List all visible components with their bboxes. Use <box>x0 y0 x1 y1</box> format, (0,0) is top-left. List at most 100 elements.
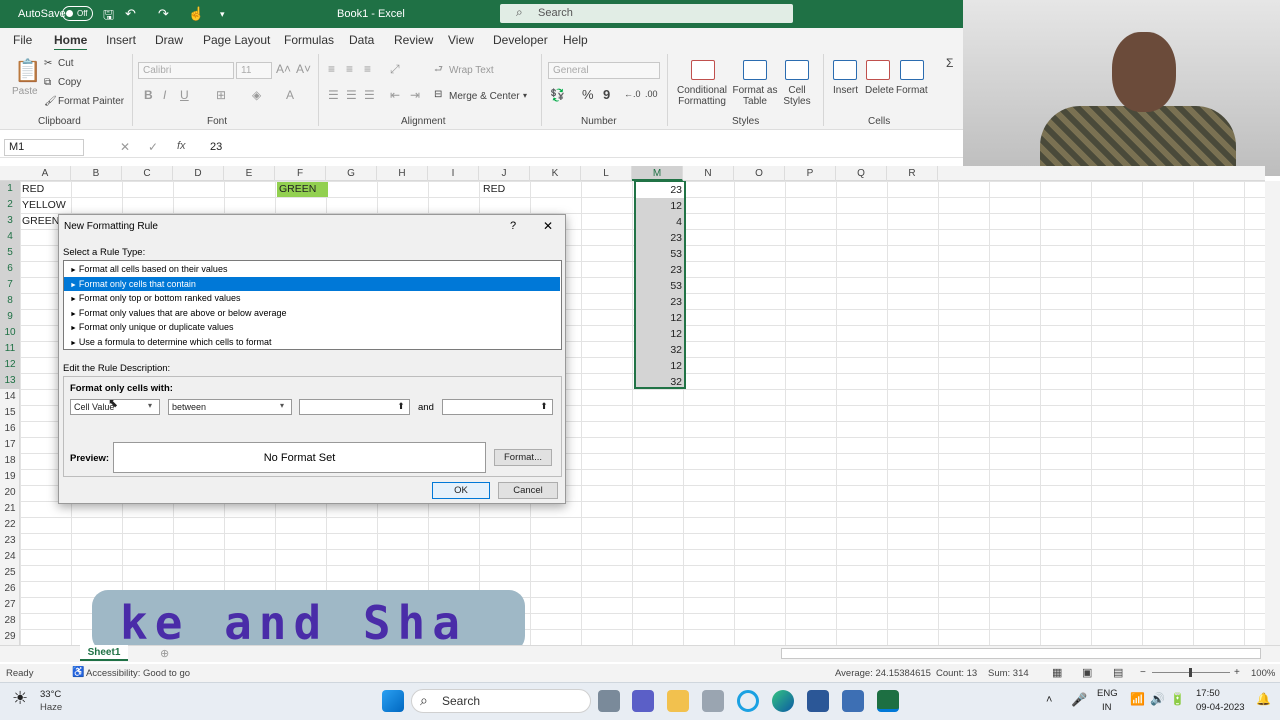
app-icon-2[interactable] <box>842 690 864 712</box>
delete-cells-button[interactable]: Delete <box>865 85 894 96</box>
notifications-icon[interactable]: 🔔 <box>1256 692 1271 706</box>
align-top-icon[interactable]: ≡ <box>328 62 335 76</box>
cell-m9[interactable]: 12 <box>636 310 684 326</box>
underline-icon[interactable]: U <box>180 88 189 102</box>
increase-indent-icon[interactable]: ⇥ <box>410 88 420 102</box>
insert-cells-button[interactable]: Insert <box>833 85 858 96</box>
row-header-17[interactable]: 17 <box>0 437 20 453</box>
tab-view[interactable]: View <box>448 33 474 47</box>
row-header-12[interactable]: 12 <box>0 357 20 373</box>
row-header-16[interactable]: 16 <box>0 421 20 437</box>
add-sheet-icon[interactable]: ⊕ <box>160 647 169 660</box>
range-picker-icon[interactable]: ⬆ <box>396 401 406 413</box>
vertical-scrollbar[interactable] <box>1265 181 1280 645</box>
battery-icon[interactable]: 🔋 <box>1170 692 1185 706</box>
page-layout-view-icon[interactable]: ▣ <box>1082 666 1092 679</box>
row-header-6[interactable]: 6 <box>0 261 20 277</box>
sheet-tab-sheet1[interactable]: Sheet1 <box>80 645 128 661</box>
touch-mode-icon[interactable]: ☝ <box>188 6 204 22</box>
column-header-k[interactable]: K <box>530 166 581 181</box>
tab-developer[interactable]: Developer <box>493 33 548 47</box>
wrap-text-button[interactable]: Wrap Text <box>449 65 494 76</box>
fill-color-icon[interactable]: ◈ <box>252 88 261 102</box>
teams-icon[interactable] <box>632 690 654 712</box>
tab-formulas[interactable]: Formulas <box>284 33 334 47</box>
row-header-29[interactable]: 29 <box>0 629 20 645</box>
help-button[interactable]: ? <box>510 220 516 232</box>
cell-m8[interactable]: 23 <box>636 294 684 310</box>
cell-m6[interactable]: 23 <box>636 262 684 278</box>
cell-a2[interactable]: YELLOW <box>20 197 66 213</box>
formula-input[interactable]: 23 <box>210 141 222 153</box>
format-cells-icon[interactable] <box>900 60 924 80</box>
cell-a1[interactable]: RED <box>20 181 44 197</box>
task-view-icon[interactable] <box>598 690 620 712</box>
row-header-27[interactable]: 27 <box>0 597 20 613</box>
align-left-icon[interactable]: ☰ <box>328 88 339 102</box>
chevron-up-icon[interactable]: ˄ <box>1046 694 1052 706</box>
redo-icon[interactable]: ↷ <box>158 6 169 22</box>
volume-icon[interactable]: 🔊 <box>1150 692 1165 706</box>
row-header-14[interactable]: 14 <box>0 389 20 405</box>
language-indicator[interactable]: ENG <box>1097 688 1118 699</box>
app-icon[interactable] <box>807 690 829 712</box>
row-header-5[interactable]: 5 <box>0 245 20 261</box>
column-header-p[interactable]: P <box>785 166 836 181</box>
row-header-23[interactable]: 23 <box>0 533 20 549</box>
merge-center-button[interactable]: Merge & Center <box>449 91 520 102</box>
wifi-icon[interactable]: 📶 <box>1130 692 1145 706</box>
font-color-icon[interactable]: A <box>286 88 294 102</box>
row-header-4[interactable]: 4 <box>0 229 20 245</box>
paste-button[interactable]: Paste <box>12 86 38 97</box>
cortana-icon[interactable] <box>737 690 759 712</box>
horizontal-scrollbar[interactable] <box>781 648 1261 659</box>
row-header-13[interactable]: 13 <box>0 373 20 389</box>
row-header-9[interactable]: 9 <box>0 309 20 325</box>
search-box[interactable]: Search <box>500 4 793 23</box>
cell-m1[interactable]: 23 <box>636 182 684 198</box>
row-header-25[interactable]: 25 <box>0 565 20 581</box>
column-header-m[interactable]: M <box>632 166 683 181</box>
autosave-toggle[interactable]: Off <box>62 6 93 21</box>
decrease-indent-icon[interactable]: ⇤ <box>390 88 400 102</box>
row-header-24[interactable]: 24 <box>0 549 20 565</box>
cell-styles-button[interactable]: Cell Styles <box>780 85 814 107</box>
operator-select[interactable]: between <box>168 399 292 415</box>
cut-button[interactable]: Cut <box>58 58 74 69</box>
close-icon[interactable]: ✕ <box>543 219 553 233</box>
copy-button[interactable]: Copy <box>58 77 81 88</box>
tab-file[interactable]: File <box>13 33 32 47</box>
conditional-formatting-icon[interactable] <box>691 60 715 80</box>
row-header-2[interactable]: 2 <box>0 197 20 213</box>
bold-icon[interactable]: B <box>144 88 153 102</box>
row-header-18[interactable]: 18 <box>0 453 20 469</box>
column-header-q[interactable]: Q <box>836 166 887 181</box>
column-header-h[interactable]: H <box>377 166 428 181</box>
chevron-down-icon[interactable]: ▾ <box>280 401 284 410</box>
column-header-f[interactable]: F <box>275 166 326 181</box>
row-header-7[interactable]: 7 <box>0 277 20 293</box>
name-box[interactable]: M1 <box>4 139 84 156</box>
increase-decimal-icon[interactable]: ←.0 <box>624 89 641 99</box>
cell-a3[interactable]: GREEN <box>20 213 59 229</box>
clock-time[interactable]: 17:50 <box>1196 688 1220 699</box>
value2-input[interactable] <box>442 399 553 415</box>
column-header-r[interactable]: R <box>887 166 938 181</box>
insert-function-button[interactable]: fx <box>177 140 186 152</box>
column-header-j[interactable]: J <box>479 166 530 181</box>
excel-taskbar-icon[interactable] <box>877 690 899 712</box>
ok-button[interactable]: OK <box>432 482 490 499</box>
zoom-in-icon[interactable]: + <box>1234 667 1240 678</box>
row-header-22[interactable]: 22 <box>0 517 20 533</box>
range-picker-icon[interactable]: ⬆ <box>539 401 549 413</box>
cell-f1[interactable]: GREEN <box>277 182 328 197</box>
font-size-select[interactable]: 11 <box>236 62 272 79</box>
zoom-level[interactable]: 100% <box>1251 668 1275 679</box>
row-header-8[interactable]: 8 <box>0 293 20 309</box>
format-as-table-button[interactable]: Format as Table <box>731 85 779 107</box>
tab-draw[interactable]: Draw <box>155 33 183 47</box>
value1-input[interactable] <box>299 399 410 415</box>
page-break-view-icon[interactable]: ▤ <box>1113 666 1123 679</box>
row-header-19[interactable]: 19 <box>0 469 20 485</box>
row-header-28[interactable]: 28 <box>0 613 20 629</box>
